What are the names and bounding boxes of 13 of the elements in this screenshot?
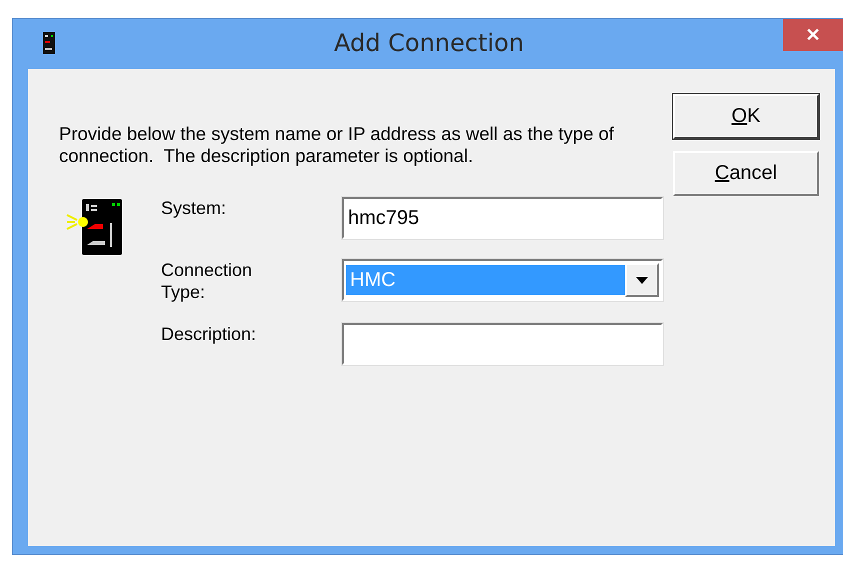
instruction-text: Provide below the system name or IP address as well as the type of connection. The description parameter is optional. <box>59 123 615 167</box>
close-button[interactable]: ✕ <box>783 19 843 51</box>
field-label: Description: <box>161 323 258 345</box>
field-label: System: <box>161 197 228 219</box>
server-icon <box>65 197 125 257</box>
caret-icon <box>636 276 648 284</box>
text-field[interactable]: hmc795 <box>342 197 663 239</box>
text-field[interactable] <box>342 323 663 365</box>
field-label: Connection Type: <box>161 259 254 303</box>
window-title: Add Connection <box>333 29 525 57</box>
dialog-button[interactable]: OK <box>673 94 819 139</box>
dialog-button[interactable]: Cancel <box>673 151 819 196</box>
app-icon <box>43 32 55 54</box>
